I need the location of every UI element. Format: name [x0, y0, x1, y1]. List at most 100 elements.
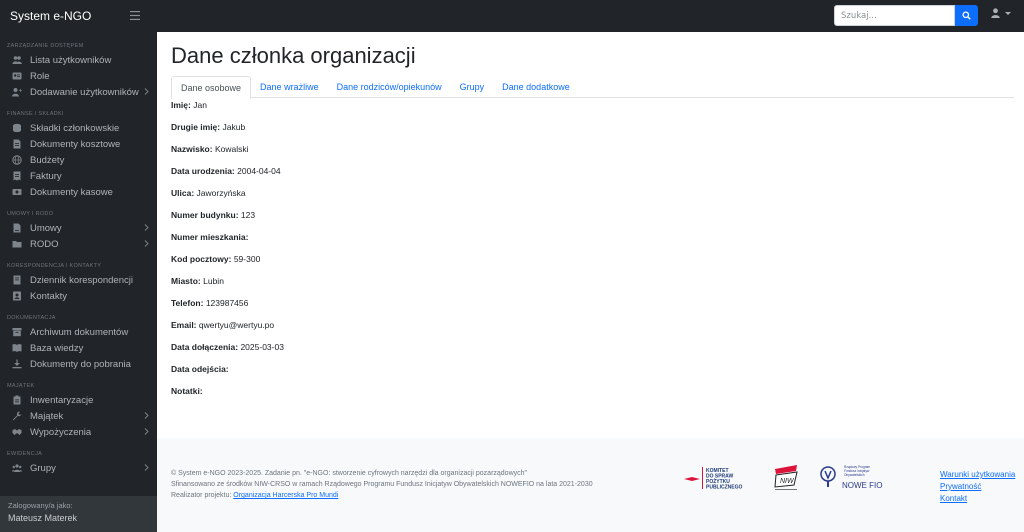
user-menu-button[interactable] — [991, 8, 1011, 18]
contract-icon — [12, 223, 22, 233]
detail-label: Ulica: — [171, 188, 195, 198]
sidebar-item-label: Dodawanie użytkowników — [30, 86, 139, 98]
sidebar-section-heading: ZARZĄDZANIE DOSTĘPEM — [7, 43, 84, 49]
detail-row: Imię: Jan — [171, 100, 284, 122]
logged-in-label: Zalogowany/a jako: — [8, 501, 73, 510]
detail-label: Notatki: — [171, 386, 203, 396]
footer-link[interactable]: Warunki użytkowania — [940, 469, 1015, 480]
chevron-right-icon — [144, 239, 149, 249]
footer-links: Warunki użytkowania Prywatność Kontakt — [940, 469, 1015, 504]
sidebar-item[interactable]: Umowy — [0, 220, 157, 236]
search-button[interactable] — [955, 5, 978, 26]
detail-row: Data odejścia: — [171, 364, 284, 386]
page-footer: © System e-NGO 2023-2025. Zadanie pn. "e… — [157, 438, 1024, 532]
detail-value: Lubin — [203, 276, 224, 286]
tab-4[interactable]: Dane dodatkowe — [493, 76, 579, 98]
sidebar-item-label: Budżety — [30, 154, 65, 166]
detail-row: Ulica: Jaworzyńska — [171, 188, 284, 210]
sidebar-item[interactable]: Dodawanie użytkowników — [0, 84, 157, 100]
sidebar-item[interactable]: Archiwum dokumentów — [0, 324, 157, 340]
detail-row: Numer mieszkania: — [171, 232, 284, 254]
sidebar-item[interactable]: Role — [0, 68, 157, 84]
detail-row: Email: qwertyu@wertyu.po — [171, 320, 284, 342]
sidebar-item-label: Grupy — [30, 462, 56, 474]
sidebar-toggle-icon[interactable] — [129, 8, 141, 24]
detail-label: Data odejścia: — [171, 364, 229, 374]
sidebar-item-label: Dokumenty kosztowe — [30, 138, 121, 150]
niw-text: NIW — [780, 478, 795, 485]
detail-row: Nazwisko: Kowalski — [171, 144, 284, 166]
sidebar-item-label: Wypożyczenia — [30, 426, 92, 438]
search-icon — [962, 11, 971, 20]
realizator-link[interactable]: Organizacja Harcerska Pro Mundi — [233, 492, 338, 499]
detail-value: 2025-03-03 — [240, 342, 284, 352]
coins-icon — [12, 123, 22, 133]
detail-row: Kod pocztowy: 59-300 — [171, 254, 284, 276]
sidebar-item[interactable]: Dokumenty do pobrania — [0, 356, 157, 372]
fio-small-3: Obywatelskich — [844, 473, 865, 477]
tab-1[interactable]: Dane wrażliwe — [251, 76, 328, 98]
footer-link[interactable]: Kontakt — [940, 493, 1015, 504]
sidebar-item[interactable]: Budżety — [0, 152, 157, 168]
invoice-icon — [12, 171, 22, 181]
sidebar-item[interactable]: Dokumenty kasowe — [0, 184, 157, 200]
tab-3[interactable]: Grupy — [451, 76, 494, 98]
sidebar-item[interactable]: Inwentaryzacje — [0, 392, 157, 408]
globe-icon — [12, 155, 22, 165]
niw-logo: NIW — [772, 463, 800, 493]
chevron-right-icon — [144, 87, 149, 97]
detail-label: Nazwisko: — [171, 144, 213, 154]
footer-realizator-label: Realizator projektu: — [171, 492, 232, 499]
sidebar-item[interactable]: Składki członkowskie — [0, 120, 157, 136]
handshake-icon — [12, 427, 22, 437]
search-form — [834, 5, 978, 26]
sidebar-item-label: Role — [30, 70, 50, 82]
detail-label: Numer mieszkania: — [171, 232, 249, 242]
detail-label: Data urodzenia: — [171, 166, 235, 176]
cash-icon — [12, 187, 22, 197]
sidebar-section-heading: EWIDENCJA — [7, 451, 43, 457]
member-details: Imię: Jan Drugie imię: Jakub Nazwisko: Kow… — [171, 100, 284, 408]
sidebar-item[interactable]: Majątek — [0, 408, 157, 424]
detail-value: Jan — [193, 100, 207, 110]
sidebar-item-label: Składki członkowskie — [30, 122, 120, 134]
sidebar-section-heading: KORESPONDENCJA I KONTAKTY — [7, 263, 102, 269]
sidebar-item[interactable]: Grupy — [0, 460, 157, 476]
sidebar-section-heading: FINANSE I SKŁADKI — [7, 111, 64, 117]
clipboard-icon — [12, 395, 22, 405]
sidebar-item[interactable]: Kontakty — [0, 288, 157, 304]
sidebar-item[interactable]: Dziennik korespondencji — [0, 272, 157, 288]
document-icon — [12, 139, 22, 149]
id-card-icon — [12, 71, 22, 81]
sidebar-item-label: Dokumenty do pobrania — [30, 358, 131, 370]
book-icon — [12, 343, 22, 353]
folder-icon — [12, 239, 22, 249]
sidebar-item-label: Majątek — [30, 410, 64, 422]
sidebar-item-label: Kontakty — [30, 290, 67, 302]
sidebar-section-heading: UMOWY I RODO — [7, 211, 54, 217]
detail-value: 123 — [240, 210, 256, 220]
sidebar-item-label: Dziennik korespondencji — [30, 274, 133, 286]
sidebar-nav: ZARZĄDZANIE DOSTĘPEM Lista użytkowników Ro… — [0, 41, 157, 476]
tab-0[interactable]: Dane osobowe — [171, 76, 252, 99]
download-icon — [12, 359, 22, 369]
tab-2[interactable]: Dane rodziców/opiekunów — [328, 76, 451, 98]
sidebar-item[interactable]: Lista użytkowników — [0, 52, 157, 68]
sidebar-item[interactable]: Wypożyczenia — [0, 424, 157, 440]
detail-value: qwertyu@wertyu.po — [198, 320, 275, 330]
sidebar-item-label: Lista użytkowników — [30, 54, 112, 66]
search-input[interactable] — [834, 5, 955, 26]
footer-link[interactable]: Prywatność — [940, 481, 1015, 492]
sidebar-item[interactable]: Dokumenty kosztowe — [0, 136, 157, 152]
sidebar-item[interactable]: Baza wiedzy — [0, 340, 157, 356]
sidebar-section-heading: DOKUMENTACJA — [7, 315, 56, 321]
detail-row: Drugie imię: Jakub — [171, 122, 284, 144]
detail-value: 2004-04-04 — [237, 166, 281, 176]
detail-label: Telefon: — [171, 298, 204, 308]
chevron-right-icon — [144, 463, 149, 473]
sponsor-logos: KOMITET DO SPRAW POŻYTKU PUBLICZNEGO NIW… — [682, 463, 890, 493]
sidebar-item[interactable]: RODO — [0, 236, 157, 252]
detail-value: 123987456 — [205, 298, 249, 308]
detail-row: Telefon: 123987456 — [171, 298, 284, 320]
sidebar-item[interactable]: Faktury — [0, 168, 157, 184]
